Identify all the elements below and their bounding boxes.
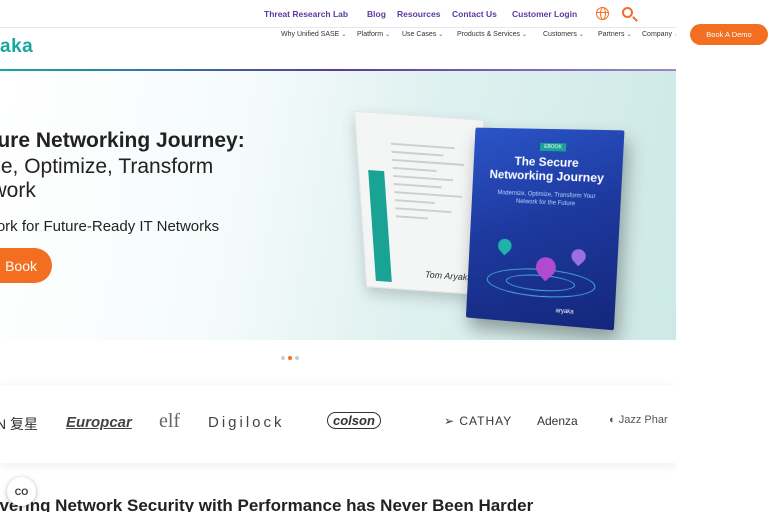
cathay-logo: ➢ CATHAY [444,414,512,428]
nav-platform[interactable]: Platform ⌄ [357,31,390,38]
nav-why-unified-sase[interactable]: Why Unified SASE ⌄ [281,31,346,38]
colson-logo: colson [327,412,381,429]
carousel-dot[interactable] [295,356,299,360]
hero-subtitle: work for Future-Ready IT Networks [0,218,220,235]
chevron-down-icon: ⌄ [438,32,444,38]
chevron-down-icon: ⌄ [385,32,391,38]
elf-logo: elf [159,410,181,432]
europcar-logo: Europcar [66,414,132,431]
nav-products-services[interactable]: Products & Services ⌄ [457,31,527,38]
nav-label: Company [642,31,672,38]
nav-customers[interactable]: Customers ⌄ [543,31,584,38]
inner-page-text-lines [390,142,479,270]
cathay-brushwing-icon: ➢ [444,414,460,428]
jazz-pharma-logo-label: Jazz Phar [618,414,668,426]
adenza-logo: Adenza [537,414,578,428]
nav-label: Platform [357,31,384,38]
aryaka-logo[interactable]: aka [0,36,33,58]
ebook-cover: EBOOK The Secure Networking Journey Mode… [465,127,625,331]
ebook-title: The Secure Networking Journey [489,154,605,186]
book-a-demo-button[interactable]: Book A Demo [690,24,768,45]
hero-title-line1: ecure Networking Journey: [0,129,245,152]
utility-bar: Threat Research Lab Blog Resources Conta… [0,0,676,28]
page: Threat Research Lab Blog Resources Conta… [0,0,676,512]
chevron-down-icon: ⌄ [626,32,632,38]
location-pin-icon [495,235,515,256]
globe-icon[interactable] [596,7,609,20]
hero-banner: ecure Networking Journey: nize, Optimize… [0,71,676,340]
threat-research-lab-link[interactable]: Threat Research Lab [264,9,348,19]
nav-label: Products & Services [457,31,521,38]
nav-company[interactable]: Company⌄ [642,31,676,38]
digilock-logo: Digilock [208,414,285,431]
chevron-down-icon: ⌄ [578,32,584,38]
search-icon[interactable] [622,7,633,18]
customer-logos-strip: N 复星 Europcar elf Digilock colson ➢ CATH… [0,385,676,463]
hero-title-line2: nize, Optimize, Transform [0,155,214,178]
blog-link[interactable]: Blog [367,9,386,19]
nav-use-cases[interactable]: Use Cases ⌄ [402,31,443,38]
jazz-pharma-logo: ◐ Jazz Phar [609,414,668,426]
ebook-tag: EBOOK [539,142,567,152]
ebook-cta-button[interactable]: Book [0,248,52,283]
resources-link[interactable]: Resources [397,9,440,19]
fosun-logo: N 复星 [0,416,38,432]
chevron-down-icon: ⌄ [341,32,347,38]
chevron-down-icon: ⌄ [522,32,528,38]
carousel-dot-active[interactable] [288,356,292,360]
section-heading: livering Network Security with Performan… [0,496,534,512]
viewport: Threat Research Lab Blog Resources Conta… [0,0,768,512]
contact-us-link[interactable]: Contact Us [452,9,497,19]
location-pin-icon [568,246,589,267]
nav-label: Customers [543,31,577,38]
nav-label: Why Unified SASE [281,31,340,38]
chevron-down-icon: ⌄ [674,32,676,38]
cathay-logo-label: CATHAY [459,414,513,428]
carousel-dot[interactable] [281,356,285,360]
ebook-logo: aryaka [555,308,574,316]
customer-login-link[interactable]: Customer Login [512,9,577,19]
nav-label: Partners [598,31,625,38]
nav-label: Use Cases [402,31,437,38]
carousel-dots [281,356,299,360]
ebook-subtitle: Modernize, Optimize, Transform Your Netw… [497,190,596,208]
nav-partners[interactable]: Partners ⌄ [598,31,632,38]
cookie-settings-button[interactable]: CO [7,477,36,506]
hero-title-line3: etwork [0,179,36,202]
jazz-circle-icon: ◐ [609,414,619,426]
